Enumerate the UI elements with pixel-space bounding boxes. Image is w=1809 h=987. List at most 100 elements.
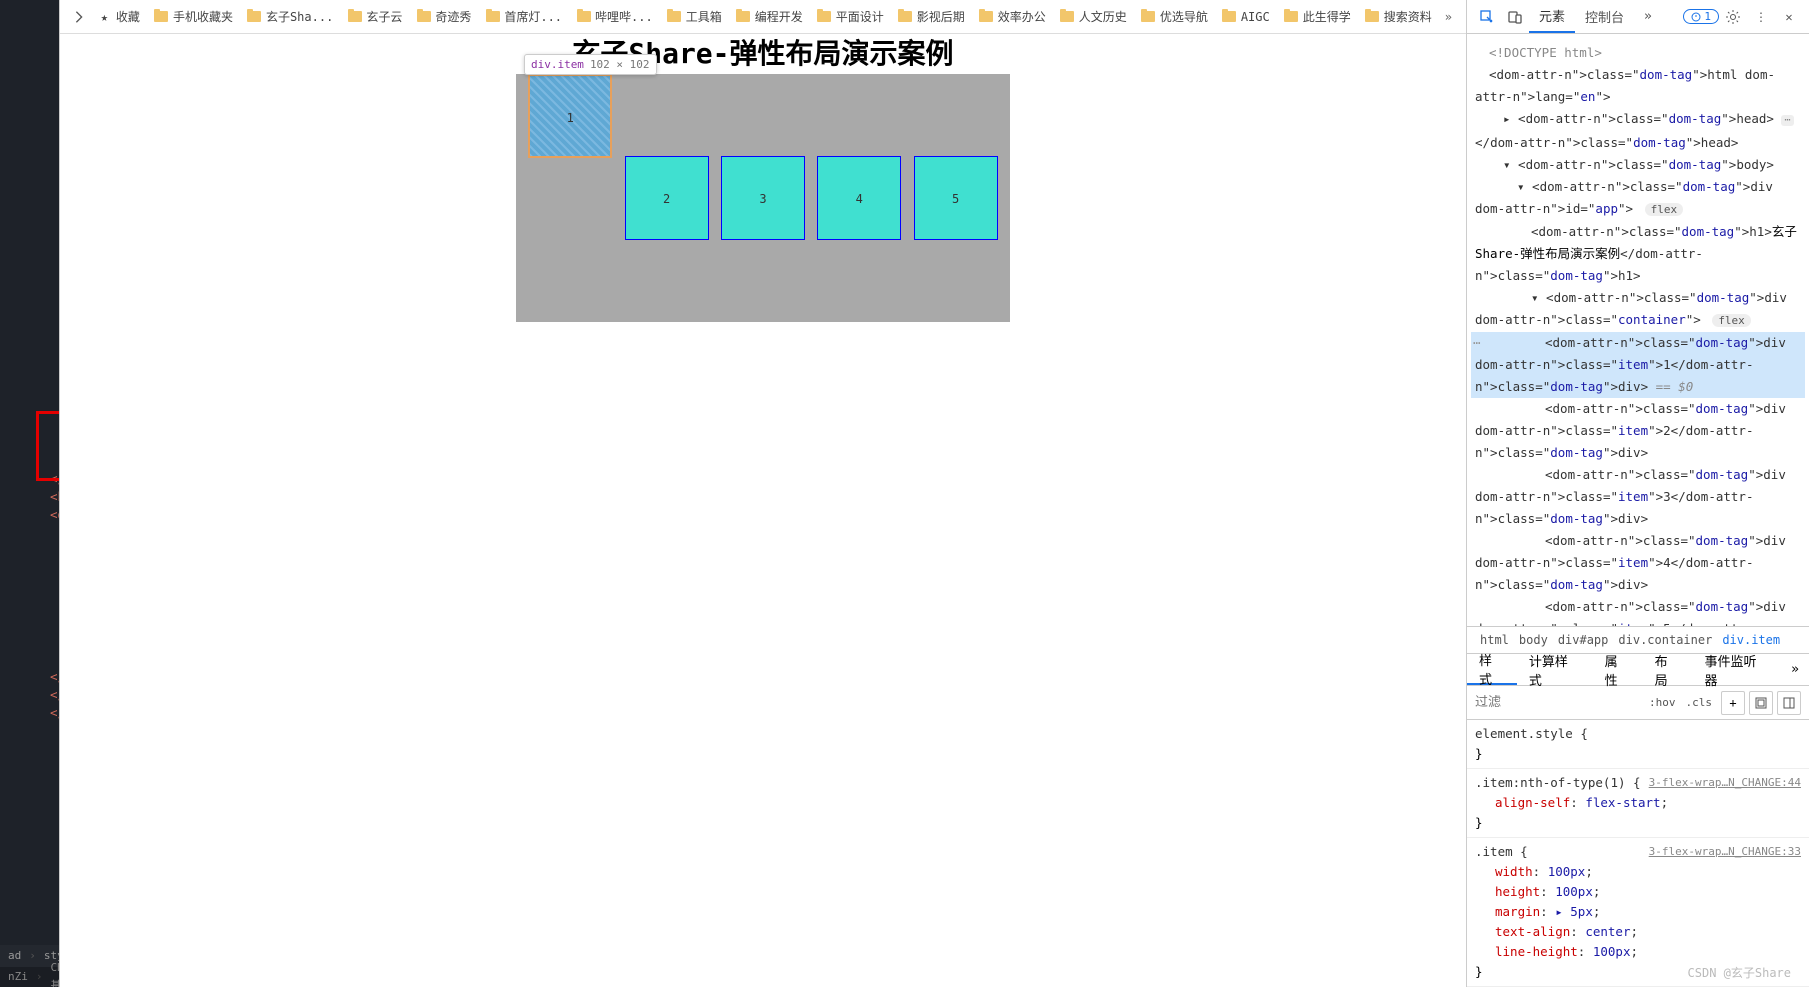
bookmark-item[interactable]: 搜索资料 (1358, 8, 1439, 25)
highlight-box (36, 411, 59, 481)
bookmark-fav[interactable]: ★收藏 (90, 8, 147, 25)
folder-icon (154, 9, 169, 24)
tab-computed[interactable]: 计算样式 (1517, 654, 1593, 685)
dom-node[interactable]: ▸ <dom-attr-n">class="dom-tag">head> ⋯ <… (1471, 108, 1805, 154)
dom-node[interactable]: ▾ <dom-attr-n">class="dom-tag">body> (1471, 154, 1805, 176)
flex-item-1[interactable]: 1 (528, 74, 612, 158)
star-icon: ★ (97, 9, 112, 24)
dom-node[interactable]: <!DOCTYPE html> (1471, 42, 1805, 64)
page-preview: 玄子Share-弹性布局演示案例 div.item 102 × 102 1 2 … (60, 34, 1466, 987)
bookmark-item[interactable]: 人文历史 (1053, 8, 1134, 25)
crumb[interactable]: div#app (1553, 633, 1614, 647)
folder-icon (576, 9, 591, 24)
crumb[interactable]: body (1514, 633, 1553, 647)
cls-toggle[interactable]: .cls (1681, 696, 1718, 709)
bookmark-bar: ★收藏 手机收藏夹玄子Sha...玄子云奇迹秀首席灯...哔哩哔...工具箱编程… (60, 0, 1466, 34)
bookmark-item[interactable]: 效率办公 (972, 8, 1053, 25)
dom-node[interactable]: ⋯<dom-attr-n">class="dom-tag">div dom-at… (1471, 332, 1805, 398)
crumb[interactable]: html (1475, 633, 1514, 647)
folder-icon (347, 9, 362, 24)
filter-input[interactable] (1475, 695, 1644, 710)
kebab-icon[interactable]: ⋮ (1747, 3, 1775, 31)
bookmark-item[interactable]: 奇迹秀 (409, 8, 478, 25)
flex-item-3[interactable]: 3 (721, 156, 805, 240)
tab-overflow[interactable]: » (1634, 0, 1662, 33)
tab-styles[interactable]: 样式 (1467, 654, 1517, 685)
folder-icon (979, 9, 994, 24)
watermark: CSDN @玄子Share (1688, 964, 1791, 981)
code-editor[interactable]: width: 600px; height: 300px; background-… (0, 0, 59, 987)
crumb-active[interactable]: div.item (1717, 633, 1785, 647)
dom-node[interactable]: <dom-attr-n">class="dom-tag">div dom-att… (1471, 596, 1805, 626)
computed-icon[interactable] (1749, 691, 1773, 715)
styles-pane[interactable]: element.style {}3-flex-wrap…N_CHANGE:44.… (1467, 720, 1809, 987)
bookmark-item[interactable]: 手机收藏夹 (147, 8, 240, 25)
crumb[interactable]: div.container (1613, 633, 1717, 647)
tab-console[interactable]: 控制台 (1575, 0, 1634, 33)
flex-item-2[interactable]: 2 (625, 156, 709, 240)
sidebar-icon[interactable] (1777, 691, 1801, 715)
source-link[interactable]: 3-flex-wrap…N_CHANGE:33 (1649, 842, 1801, 862)
dom-node[interactable]: <dom-attr-n">class="dom-tag">div dom-att… (1471, 464, 1805, 530)
folder-icon (898, 9, 913, 24)
folder-icon (485, 9, 500, 24)
bookmark-item[interactable]: 此生得学 (1277, 8, 1358, 25)
hov-toggle[interactable]: :hov (1644, 696, 1681, 709)
dom-node[interactable]: ▾ <dom-attr-n">class="dom-tag">div dom-a… (1471, 176, 1805, 221)
crumb[interactable]: ad (4, 947, 25, 965)
flex-item-5[interactable]: 5 (914, 156, 998, 240)
bookmark-item[interactable]: 玄子Sha... (240, 8, 340, 25)
editor-file-tabs: nZi› CH02_CSS基础› 弹性布局› 3-flex-wrap.html (0, 967, 59, 987)
tab-overflow[interactable]: » (1781, 662, 1809, 677)
bookmark-item[interactable]: 编程开发 (729, 8, 810, 25)
dom-node[interactable]: <dom-attr-n">class="dom-tag">html dom-at… (1471, 64, 1805, 108)
tab-layout[interactable]: 布局 (1643, 654, 1693, 685)
folder-icon (1284, 9, 1299, 24)
dom-node[interactable]: <dom-attr-n">class="dom-tag">h1>玄子Share-… (1471, 221, 1805, 287)
bookmark-item[interactable]: 平面设计 (810, 8, 891, 25)
bookmark-item[interactable]: 首席灯... (478, 8, 569, 25)
devtools-panel: 元素 控制台 » 1 ⋮ ✕ <!DOCTYPE html><dom-attr-… (1466, 0, 1809, 987)
tooltip-selector: div.item (531, 58, 584, 71)
inspect-icon[interactable] (1473, 3, 1501, 31)
nav-back-icon[interactable] (68, 6, 90, 28)
dom-tree[interactable]: <!DOCTYPE html><dom-attr-n">class="dom-t… (1467, 34, 1809, 626)
folder-icon (247, 9, 262, 24)
bookmark-item[interactable]: 优选导航 (1134, 8, 1215, 25)
folder-icon (1365, 9, 1380, 24)
bookmark-item[interactable]: 工具箱 (660, 8, 729, 25)
source-link[interactable]: 3-flex-wrap…N_CHANGE:44 (1649, 773, 1801, 793)
folder-icon (817, 9, 832, 24)
style-filter-bar: :hov .cls + (1467, 686, 1809, 720)
bookmark-item[interactable]: 哔哩哔... (569, 8, 660, 25)
bookmark-item[interactable]: 玄子云 (340, 8, 409, 25)
tab-listeners[interactable]: 事件监听器 (1692, 654, 1781, 685)
add-rule-icon[interactable]: + (1721, 691, 1745, 715)
bookmark-item[interactable]: 影视后期 (891, 8, 972, 25)
tab-props[interactable]: 属性 (1593, 654, 1643, 685)
dom-node[interactable]: <dom-attr-n">class="dom-tag">div dom-att… (1471, 530, 1805, 596)
bookmark-item[interactable]: AIGC (1215, 8, 1277, 25)
folder-icon (1222, 9, 1237, 24)
folder-icon (667, 9, 682, 24)
folder-icon (1060, 9, 1075, 24)
close-icon[interactable]: ✕ (1775, 3, 1803, 31)
tab-elements[interactable]: 元素 (1529, 0, 1575, 33)
flex-container: div.item 102 × 102 1 2 3 4 5 (516, 74, 1010, 322)
dom-node[interactable]: <dom-attr-n">class="dom-tag">div dom-att… (1471, 398, 1805, 464)
folder-icon (416, 9, 431, 24)
tab[interactable]: nZi (0, 968, 36, 986)
tooltip-dimensions: 102 × 102 (590, 58, 650, 71)
devtools-tabs: 元素 控制台 » 1 ⋮ ✕ (1467, 0, 1809, 34)
issues-badge[interactable]: 1 (1683, 9, 1719, 24)
bookmark-overflow[interactable]: » (1439, 10, 1458, 24)
flex-item-4[interactable]: 4 (817, 156, 901, 240)
folder-icon (736, 9, 751, 24)
folder-icon (1141, 9, 1156, 24)
inspect-tooltip: div.item 102 × 102 (524, 54, 657, 75)
gear-icon[interactable] (1719, 3, 1747, 31)
device-icon[interactable] (1501, 3, 1529, 31)
dom-node[interactable]: ▾ <dom-attr-n">class="dom-tag">div dom-a… (1471, 287, 1805, 332)
tab[interactable]: CH02_CSS基础 (43, 959, 59, 987)
style-tabs: 样式 计算样式 属性 布局 事件监听器 » (1467, 654, 1809, 686)
